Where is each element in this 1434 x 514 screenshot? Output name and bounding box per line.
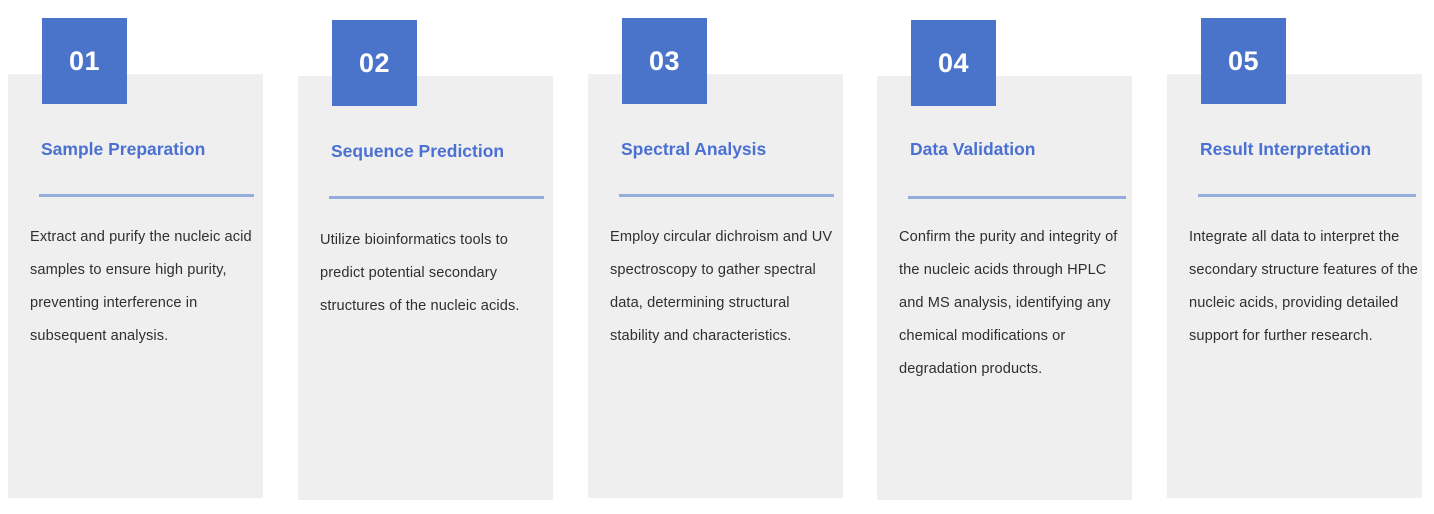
step-number-label: 03 [648,45,681,76]
step-title: Sequence Prediction [331,141,505,161]
step-number-badge: 05 [1201,18,1286,104]
step-number-label: 02 [358,47,391,78]
infographic-board: 01 Sample Preparation Extract and purify… [0,0,1434,514]
step-title-divider [619,194,834,197]
step-number-label: 05 [1227,45,1260,76]
step-title: Sample Preparation [41,139,206,159]
step-description: Utilize bioinformatics tools to predict … [320,232,520,314]
step-description: Integrate all data to interpret the seco… [1189,229,1419,344]
step-description: Employ circular dichroism and UV spectro… [610,229,833,344]
step-title-divider [329,196,544,199]
step-title-divider [908,196,1126,199]
step-number-label: 01 [68,45,101,76]
step-number-badge: 04 [911,20,996,106]
step-number-badge: 03 [622,18,707,104]
step-number-badge: 02 [332,20,417,106]
step-number-label: 04 [937,47,970,78]
step-description: Confirm the purity and integrity of the … [899,229,1118,377]
step-title: Spectral Analysis [621,139,767,159]
step-title: Data Validation [910,139,1036,159]
step-title: Result Interpretation [1200,139,1372,159]
step-title-divider [39,194,254,197]
step-number-badge: 01 [42,18,127,104]
step-title-divider [1198,194,1416,197]
step-description: Extract and purify the nucleic acid samp… [30,229,252,344]
